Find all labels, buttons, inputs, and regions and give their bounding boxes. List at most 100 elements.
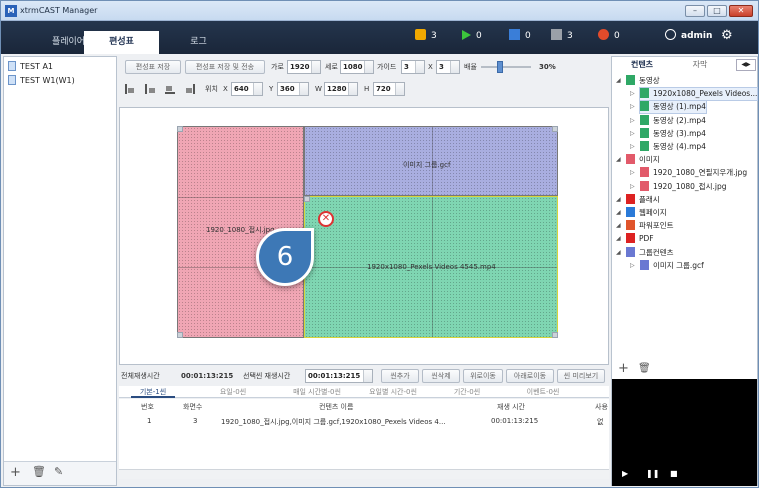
content-tree-item[interactable]: ▷ 1920x1080_Pexels Videos...	[630, 87, 759, 102]
width-stepper[interactable]: 1920	[287, 60, 321, 74]
tab-weekday-hourly[interactable]: 요일별 시간-0씬	[361, 386, 425, 398]
content-tree-item[interactable]: ◢ 파워포인트	[616, 220, 674, 232]
zoom-slider-handle[interactable]	[497, 61, 503, 73]
align-right-icon[interactable]	[185, 84, 195, 94]
expand-arrow-icon[interactable]: ▷	[630, 260, 635, 272]
resize-handle[interactable]	[304, 196, 310, 202]
w-stepper[interactable]: 1280	[324, 82, 358, 96]
close-button[interactable]: ✕	[729, 5, 753, 17]
content-tree-item[interactable]: ◢ PDF	[616, 233, 654, 245]
add-scene-button[interactable]: 씬추가	[381, 369, 419, 383]
expand-arrow-icon[interactable]: ▷	[630, 141, 635, 153]
tab-daily-hourly[interactable]: 매일 시간별-0씬	[285, 386, 349, 398]
play-icon[interactable]: ▶	[622, 469, 628, 478]
content-tree-item[interactable]: ▷ 동영상 (3).mp4	[630, 127, 706, 140]
selected-time-stepper[interactable]: 00:01:13:215	[305, 369, 373, 383]
playing-count[interactable]: 0	[462, 29, 482, 43]
h-stepper[interactable]: 720	[373, 82, 405, 96]
resize-handle[interactable]	[552, 126, 558, 132]
content-tree-item[interactable]: ▷ 1920_1080_접시.jpg	[630, 180, 726, 193]
content-tree-item[interactable]: ▷ 이미지 그룹.gcf	[630, 259, 704, 272]
stop-icon[interactable]: ■	[670, 469, 678, 478]
col-screens: 화면수	[183, 403, 203, 411]
resize-handle[interactable]	[552, 332, 558, 338]
add-content-button[interactable]: +	[618, 361, 629, 376]
maximize-button[interactable]: □	[707, 5, 727, 17]
tab-log[interactable]: 로그	[161, 31, 236, 54]
gear-icon[interactable]: ⚙	[721, 29, 733, 43]
save-send-button[interactable]: 편성표 저장 및 전송	[185, 60, 265, 74]
move-down-button[interactable]: 아래로이동	[506, 369, 554, 383]
zone-group[interactable]: 이미지 그룹.gcf	[304, 126, 558, 196]
tab-period[interactable]: 기간-0씬	[447, 386, 487, 398]
expand-arrow-icon[interactable]: ◢	[616, 220, 621, 232]
tab-scroll-arrows[interactable]: ◀▶	[736, 59, 756, 71]
zone-group-label: 이미지 그룹.gcf	[403, 161, 451, 169]
alert-count[interactable]: 3	[415, 29, 437, 43]
delete-zone-icon[interactable]: ✕	[318, 211, 334, 227]
content-tree-item[interactable]: ◢ 플래시	[616, 193, 660, 206]
resize-handle[interactable]	[177, 126, 183, 132]
delete-content-button[interactable]: 🗑	[638, 363, 651, 374]
expand-arrow-icon[interactable]: ▷	[630, 181, 635, 193]
content-tree-item[interactable]: ▷ 동영상 (2).mp4	[630, 114, 706, 127]
tab-event[interactable]: 이벤트-0씬	[519, 386, 567, 398]
delete-player-button[interactable]: 🗑	[32, 465, 46, 478]
zoom-slider[interactable]	[481, 61, 531, 73]
expand-arrow-icon[interactable]: ◢	[616, 154, 621, 166]
x-stepper[interactable]: 640	[231, 82, 263, 96]
offline-count[interactable]: 3	[551, 29, 573, 43]
content-tree-item[interactable]: ◢ 동영상	[616, 75, 660, 87]
edit-player-button[interactable]: ✎	[54, 465, 63, 478]
tab-weekday[interactable]: 요일-0씬	[213, 386, 253, 398]
content-tree-item[interactable]: ▷ 동영상 (4).mp4	[630, 141, 706, 153]
align-left-icon[interactable]	[125, 84, 135, 94]
online-count[interactable]: 0	[509, 29, 531, 43]
save-schedule-button[interactable]: 편성표 저장	[125, 60, 181, 74]
guide-x-stepper[interactable]: 3	[401, 60, 425, 74]
expand-arrow-icon[interactable]: ◢	[616, 207, 621, 219]
player-list-panel: TEST A1 TEST W1(W1) + 🗑 ✎	[3, 56, 117, 486]
content-tree-item[interactable]: ◢ 그룹컨텐츠	[616, 246, 674, 259]
guide-y-stepper[interactable]: 3	[436, 60, 460, 74]
tab-contents[interactable]: 컨텐츠	[622, 59, 662, 71]
tab-schedule[interactable]: 편성표	[84, 31, 159, 54]
add-player-button[interactable]: +	[10, 465, 21, 480]
move-up-button[interactable]: 위로이동	[463, 369, 503, 383]
expand-arrow-icon[interactable]: ◢	[616, 194, 621, 206]
resize-handle[interactable]	[177, 332, 183, 338]
content-tree-item[interactable]: ◢ 웹페이지	[616, 207, 667, 219]
align-center-icon[interactable]	[145, 84, 155, 94]
total-time-label: 전체재생시간	[121, 372, 160, 380]
pause-icon[interactable]: ❚❚	[646, 469, 659, 478]
expand-arrow-icon[interactable]: ▷	[630, 88, 635, 100]
error-count-value: 0	[614, 31, 620, 41]
horizontal-scrollbar[interactable]	[119, 469, 609, 479]
tab-subtitles[interactable]: 자막	[682, 59, 718, 71]
preview-scene-button[interactable]: 씬 미리보기	[557, 369, 605, 383]
y-stepper[interactable]: 360	[277, 82, 309, 96]
zone-video[interactable]: 1920x1080_Pexels Videos 4545.mp4	[304, 196, 558, 338]
content-tree-item[interactable]: ◢ 이미지	[616, 154, 660, 166]
expand-arrow-icon[interactable]: ▷	[630, 115, 635, 127]
minimize-button[interactable]: –	[685, 5, 705, 17]
preview-player: ▶ ❚❚ ■	[612, 379, 757, 486]
content-tree-item[interactable]: ▷ 동영상 (1).mp4	[630, 100, 707, 115]
user-menu[interactable]: admin	[665, 29, 712, 43]
expand-arrow-icon[interactable]: ▷	[630, 128, 635, 140]
expand-arrow-icon[interactable]: ▷	[630, 101, 635, 113]
expand-arrow-icon[interactable]: ◢	[616, 247, 621, 259]
tab-basic[interactable]: 기본-1씬	[131, 386, 175, 398]
layout-canvas[interactable]: 1920_1080_접시.jpg 이미지 그룹.gcf 1920x1080_Pe…	[119, 107, 609, 365]
expand-arrow-icon[interactable]: ◢	[616, 75, 621, 87]
delete-scene-button[interactable]: 씬삭제	[422, 369, 460, 383]
align-bottom-icon[interactable]	[165, 84, 175, 94]
web-icon	[626, 207, 635, 217]
expand-arrow-icon[interactable]: ▷	[630, 167, 635, 179]
error-count[interactable]: 0	[598, 29, 620, 43]
height-stepper[interactable]: 1080	[340, 60, 374, 74]
content-tree-item[interactable]: ▷ 1920_1080_연필지우개.jpg	[630, 167, 747, 179]
player-item-test-a1[interactable]: TEST A1	[8, 61, 53, 73]
expand-arrow-icon[interactable]: ◢	[616, 233, 621, 245]
player-item-test-w1[interactable]: TEST W1(W1)	[8, 75, 75, 87]
